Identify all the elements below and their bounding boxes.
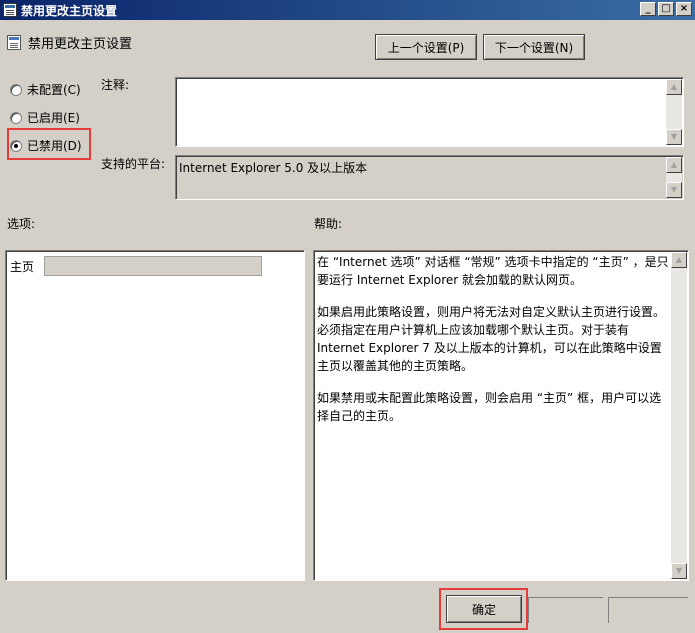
window-controls: _ □ × bbox=[640, 2, 692, 16]
scroll-down-icon[interactable]: ▼ bbox=[666, 129, 682, 145]
title-bar: 禁用更改主页设置 _ □ × bbox=[0, 0, 695, 20]
platform-scrollbar[interactable]: ▲ ▼ bbox=[666, 157, 682, 198]
window-title: 禁用更改主页设置 bbox=[21, 3, 118, 18]
policy-setting-icon bbox=[7, 35, 21, 50]
radio-disabled-label: 已禁用(D) bbox=[27, 139, 82, 153]
scroll-up-icon[interactable]: ▲ bbox=[671, 252, 687, 268]
maximize-button[interactable]: □ bbox=[658, 2, 674, 16]
minimize-button[interactable]: _ bbox=[640, 2, 656, 16]
radio-enabled-circle[interactable] bbox=[10, 111, 22, 124]
radio-disabled[interactable]: 已禁用(D) bbox=[10, 137, 82, 154]
previous-setting-button[interactable]: 上一个设置(P) bbox=[375, 34, 477, 60]
comment-textarea[interactable]: ▲ ▼ bbox=[175, 77, 684, 147]
help-text: 在 “Internet 选项” 对话框 “常规” 选项卡中指定的 “主页” ，是… bbox=[317, 253, 670, 439]
policy-title: 禁用更改主页设置 bbox=[28, 37, 133, 52]
radio-not-configured-circle[interactable] bbox=[10, 83, 22, 96]
apply-button-partial[interactable] bbox=[608, 597, 688, 623]
radio-not-configured[interactable]: 未配置(C) bbox=[10, 81, 81, 98]
scroll-down-icon[interactable]: ▼ bbox=[671, 563, 687, 579]
radio-disabled-circle[interactable] bbox=[10, 139, 22, 152]
help-section-label: 帮助: bbox=[314, 217, 343, 231]
radio-enabled[interactable]: 已启用(E) bbox=[10, 109, 80, 126]
homepage-input[interactable] bbox=[44, 256, 262, 276]
policy-window-icon bbox=[3, 3, 17, 17]
platform-field: Internet Explorer 5.0 及以上版本 ▲ ▼ bbox=[175, 155, 684, 200]
next-setting-button[interactable]: 下一个设置(N) bbox=[483, 34, 585, 60]
help-pane: 在 “Internet 选项” 对话框 “常规” 选项卡中指定的 “主页” ，是… bbox=[313, 250, 689, 581]
help-paragraph: 在 “Internet 选项” 对话框 “常规” 选项卡中指定的 “主页” ，是… bbox=[317, 255, 669, 287]
options-pane: 主页 bbox=[5, 250, 305, 581]
cancel-button-partial[interactable] bbox=[528, 597, 603, 623]
scroll-up-icon[interactable]: ▲ bbox=[666, 157, 682, 173]
radio-not-configured-label: 未配置(C) bbox=[27, 83, 81, 97]
platform-label: 支持的平台: bbox=[101, 157, 166, 171]
comment-text bbox=[176, 78, 683, 84]
help-paragraph: 如果禁用或未配置此策略设置，则会启用 “主页” 框，用户可以选择自己的主页。 bbox=[317, 391, 662, 423]
scroll-down-icon[interactable]: ▼ bbox=[666, 182, 682, 198]
homepage-label: 主页 bbox=[10, 260, 35, 274]
ok-button[interactable]: 确定 bbox=[446, 595, 522, 623]
scroll-up-icon[interactable]: ▲ bbox=[666, 79, 682, 95]
comment-label: 注释: bbox=[101, 78, 130, 92]
platform-text: Internet Explorer 5.0 及以上版本 bbox=[179, 161, 368, 175]
close-button[interactable]: × bbox=[676, 2, 692, 16]
comment-scrollbar[interactable]: ▲ ▼ bbox=[666, 79, 682, 145]
options-section-label: 选项: bbox=[7, 217, 36, 231]
radio-enabled-label: 已启用(E) bbox=[27, 111, 80, 125]
help-scrollbar[interactable]: ▲ ▼ bbox=[671, 252, 687, 579]
help-paragraph: 如果启用此策略设置，则用户将无法对自定义默认主页进行设置。必须指定在用户计算机上… bbox=[317, 305, 666, 373]
